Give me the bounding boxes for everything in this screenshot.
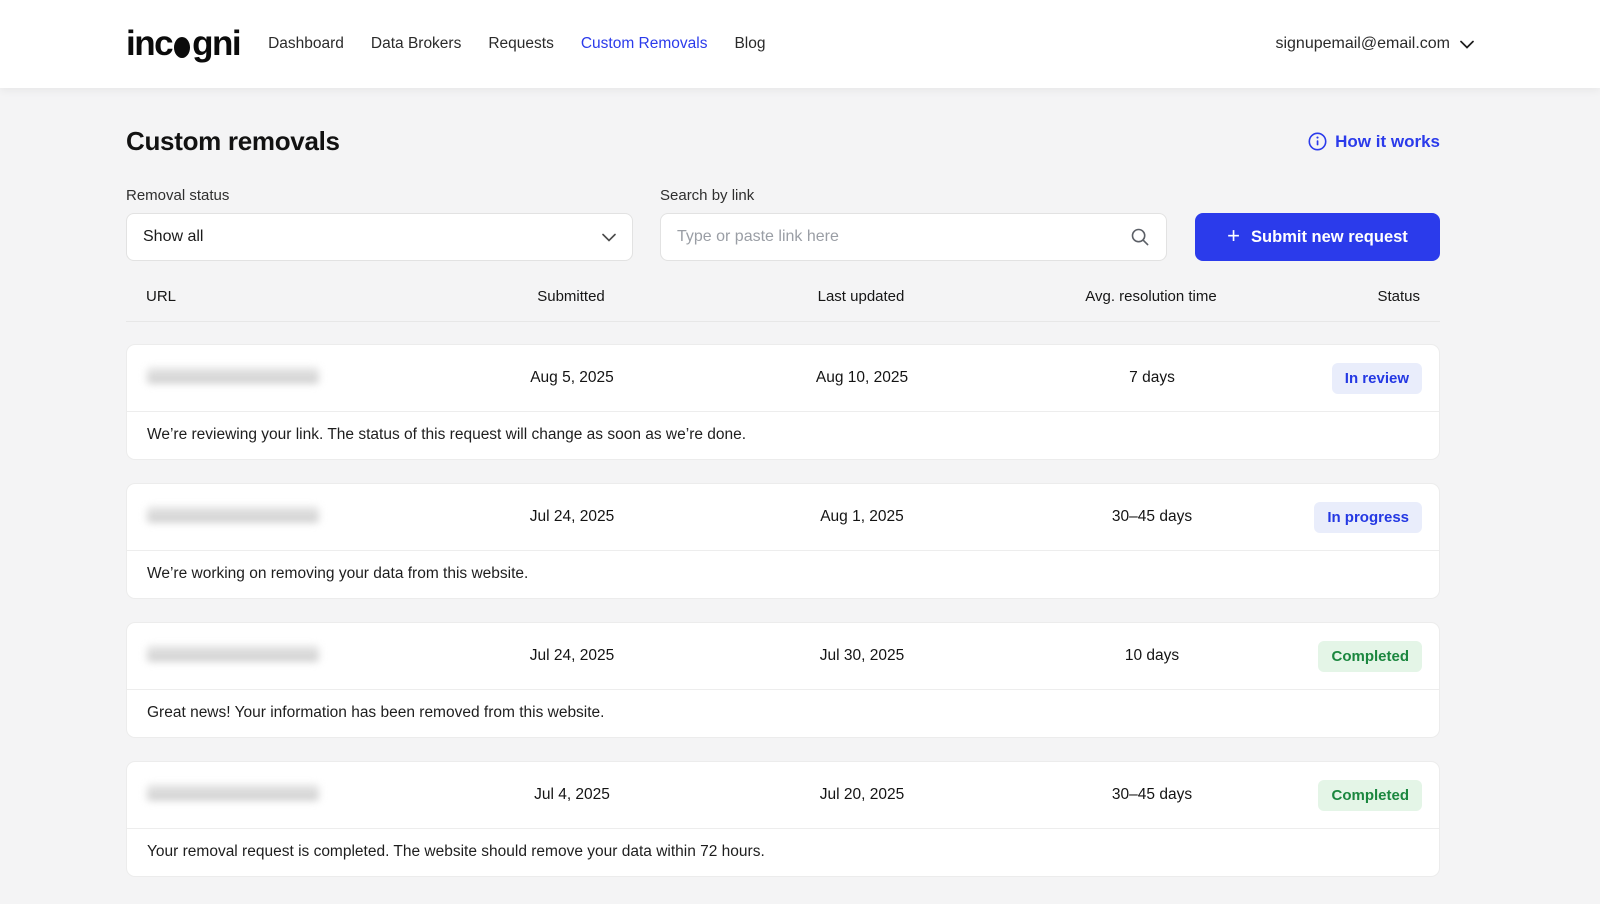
column-header-last-updated: Last updated	[716, 288, 1006, 305]
request-status-message: We’re reviewing your link. The status of…	[127, 412, 1439, 459]
chevron-down-icon	[1460, 40, 1474, 49]
column-header-submitted: Submitted	[426, 288, 716, 305]
page-title: Custom removals	[126, 126, 340, 157]
status-badge: In progress	[1314, 502, 1422, 533]
redacted-url-link[interactable]	[147, 368, 319, 383]
chevron-down-icon	[602, 233, 616, 242]
account-menu[interactable]: signupemail@email.com	[1275, 35, 1474, 53]
request-card: Jul 24, 2025 Jul 30, 2025 10 days Comple…	[126, 622, 1440, 738]
request-card: Aug 5, 2025 Aug 10, 2025 7 days In revie…	[126, 344, 1440, 460]
avg-resolution-time: 30–45 days	[1007, 508, 1297, 526]
column-header-status: Status	[1296, 288, 1440, 305]
request-data-row: Aug 5, 2025 Aug 10, 2025 7 days In revie…	[127, 345, 1439, 412]
plus-icon: +	[1227, 225, 1240, 247]
nav-item-requests[interactable]: Requests	[488, 35, 553, 53]
column-header-avg-resolution: Avg. resolution time	[1006, 288, 1296, 305]
nav-item-blog[interactable]: Blog	[734, 35, 765, 53]
status-badge: Completed	[1318, 641, 1422, 672]
main-nav: Dashboard Data Brokers Requests Custom R…	[268, 35, 765, 53]
avg-resolution-time: 30–45 days	[1007, 786, 1297, 804]
status-badge: Completed	[1318, 780, 1422, 811]
last-updated-date: Aug 10, 2025	[717, 369, 1007, 387]
logo-text-suffix: gni	[192, 24, 240, 64]
how-it-works-link[interactable]: How it works	[1308, 132, 1440, 152]
logo-o-dot-icon	[174, 37, 190, 58]
redacted-url-link[interactable]	[147, 646, 319, 661]
request-data-row: Jul 4, 2025 Jul 20, 2025 30–45 days Comp…	[127, 762, 1439, 829]
custom-removals-page: Custom removals How it works Removal sta…	[126, 126, 1440, 877]
account-email: signupemail@email.com	[1275, 35, 1450, 53]
submitted-date: Jul 24, 2025	[427, 508, 717, 526]
removal-status-label: Removal status	[126, 187, 633, 204]
redacted-url-link[interactable]	[147, 785, 319, 800]
search-link-input[interactable]	[677, 228, 1130, 246]
removal-status-select[interactable]: Show all	[126, 213, 633, 261]
request-status-message: Great news! Your information has been re…	[127, 690, 1439, 737]
request-status-message: We’re working on removing your data from…	[127, 551, 1439, 598]
submit-button-label: Submit new request	[1251, 228, 1408, 247]
request-data-row: Jul 24, 2025 Aug 1, 2025 30–45 days In p…	[127, 484, 1439, 551]
avg-resolution-time: 10 days	[1007, 647, 1297, 665]
status-badge: In review	[1332, 363, 1422, 394]
submit-new-request-button[interactable]: + Submit new request	[1195, 213, 1440, 261]
redacted-url-link[interactable]	[147, 507, 319, 522]
search-icon	[1130, 227, 1150, 247]
incogni-logo[interactable]: incgni	[126, 24, 240, 64]
search-by-link-label: Search by link	[660, 187, 1167, 204]
last-updated-date: Aug 1, 2025	[717, 508, 1007, 526]
submitted-date: Aug 5, 2025	[427, 369, 717, 387]
request-card: Jul 4, 2025 Jul 20, 2025 30–45 days Comp…	[126, 761, 1440, 877]
search-field-wrapper	[660, 213, 1167, 261]
request-data-row: Jul 24, 2025 Jul 30, 2025 10 days Comple…	[127, 623, 1439, 690]
table-header-row: URL Submitted Last updated Avg. resoluti…	[126, 288, 1440, 322]
top-navigation-bar: incgni Dashboard Data Brokers Requests C…	[0, 0, 1600, 88]
requests-list: Aug 5, 2025 Aug 10, 2025 7 days In revie…	[126, 344, 1440, 877]
nav-item-data-brokers[interactable]: Data Brokers	[371, 35, 461, 53]
request-card: Jul 24, 2025 Aug 1, 2025 30–45 days In p…	[126, 483, 1440, 599]
removal-status-value: Show all	[143, 228, 602, 246]
how-it-works-label: How it works	[1335, 132, 1440, 152]
submitted-date: Jul 24, 2025	[427, 647, 717, 665]
request-status-message: Your removal request is completed. The w…	[127, 829, 1439, 876]
submitted-date: Jul 4, 2025	[427, 786, 717, 804]
avg-resolution-time: 7 days	[1007, 369, 1297, 387]
column-header-url: URL	[126, 288, 426, 305]
last-updated-date: Jul 20, 2025	[717, 786, 1007, 804]
nav-item-dashboard[interactable]: Dashboard	[268, 35, 344, 53]
logo-text-prefix: inc	[126, 24, 172, 64]
info-icon	[1308, 132, 1327, 151]
last-updated-date: Jul 30, 2025	[717, 647, 1007, 665]
nav-item-custom-removals[interactable]: Custom Removals	[581, 35, 708, 53]
